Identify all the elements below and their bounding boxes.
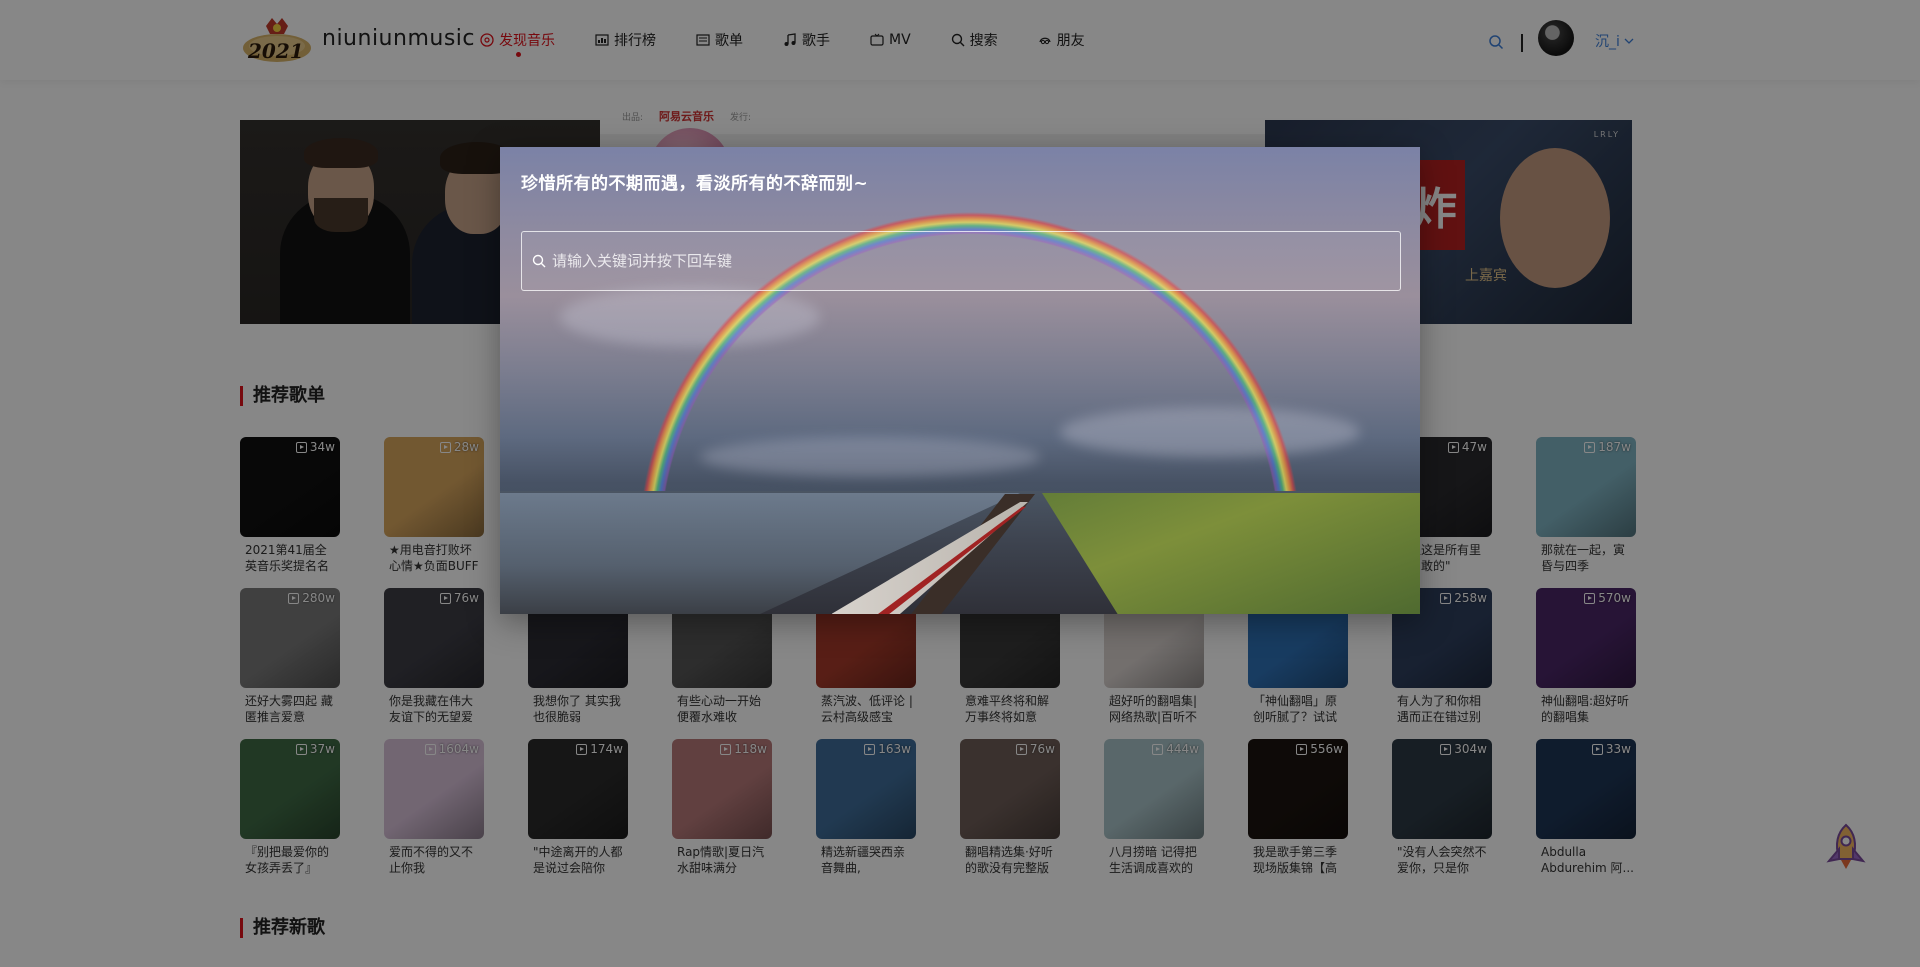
- search-input[interactable]: [552, 252, 1392, 270]
- modal-quote: 珍惜所有的不期而遇，看淡所有的不辞而别~: [521, 174, 869, 194]
- modal-search-box[interactable]: [521, 231, 1401, 291]
- search-icon: [532, 254, 546, 268]
- search-modal: 珍惜所有的不期而遇，看淡所有的不辞而别~: [500, 147, 1420, 614]
